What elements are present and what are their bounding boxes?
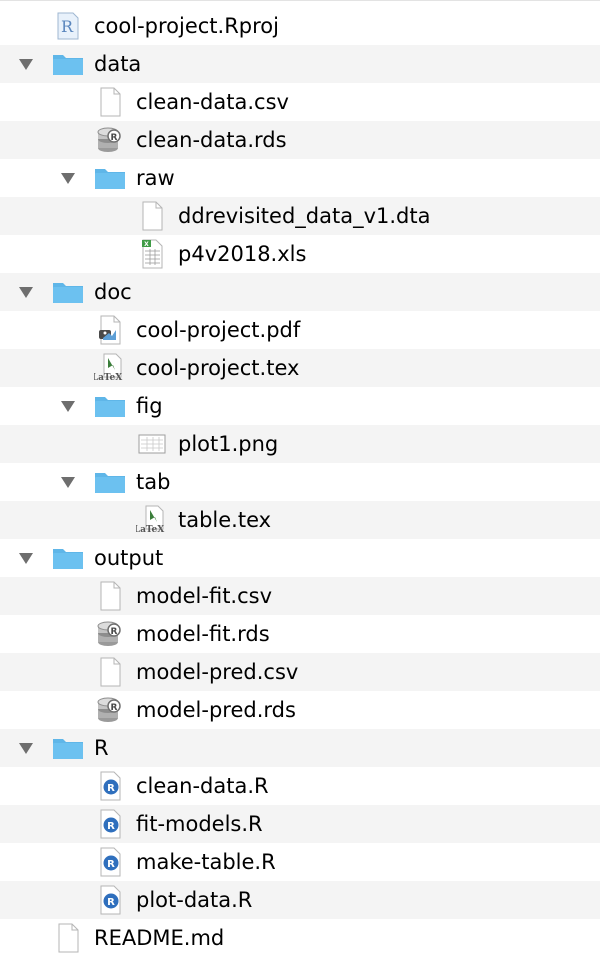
r-script-icon: R [94, 809, 126, 839]
svg-text:R: R [111, 703, 118, 713]
database-icon: R [94, 695, 126, 725]
tree-row-folder-r[interactable]: R [0, 729, 600, 767]
tree-row-file[interactable]: cool-project.pdf [0, 311, 600, 349]
tree-label: clean-data.rds [136, 128, 287, 152]
document-icon [94, 581, 126, 611]
tree-label: plot-data.R [136, 888, 253, 912]
r-script-icon: R [94, 885, 126, 915]
tree-label: clean-data.R [136, 774, 269, 798]
r-script-icon: R [94, 771, 126, 801]
folder-icon [94, 391, 126, 421]
tree-label: model-pred.rds [136, 698, 296, 722]
tree-row-file[interactable]: R plot-data.R [0, 881, 600, 919]
rproj-icon-letter: R [61, 17, 74, 36]
tree-label: R [94, 736, 109, 760]
tree-label: README.md [94, 926, 225, 950]
tree-label: tab [136, 470, 171, 494]
tree-label: table.tex [178, 508, 272, 532]
r-script-icon-letter: R [107, 783, 115, 794]
tree-row-file[interactable]: R model-pred.rds [0, 691, 600, 729]
latex-icon: LaTeX [136, 505, 168, 535]
pdf-icon [94, 315, 126, 345]
folder-icon [94, 163, 126, 193]
tree-row-file[interactable]: clean-data.csv [0, 83, 600, 121]
r-script-icon: R [94, 847, 126, 877]
tree-row-file[interactable]: R clean-data.rds [0, 121, 600, 159]
latex-icon-text: LaTeX [136, 525, 164, 535]
tree-row-file[interactable]: README.md [0, 919, 600, 957]
r-script-icon-letter: R [107, 897, 115, 908]
tree-label: ddrevisited_data_v1.dta [178, 204, 431, 228]
spreadsheet-icon: X [136, 239, 168, 269]
tree-label: clean-data.csv [136, 90, 289, 114]
file-tree: R cool-project.Rproj data clean-data.csv [0, 0, 600, 974]
tree-row-folder-tab[interactable]: tab [0, 463, 600, 501]
tree-row-file[interactable]: R model-fit.rds [0, 615, 600, 653]
tree-row-rproj[interactable]: R cool-project.Rproj [0, 7, 600, 45]
tree-row-file[interactable]: X p4v2018.xls [0, 235, 600, 273]
tree-row-file[interactable]: model-fit.csv [0, 577, 600, 615]
image-thumbnail-icon [136, 429, 168, 459]
tree-row-folder-raw[interactable]: raw [0, 159, 600, 197]
r-script-icon-letter: R [107, 859, 115, 870]
tree-row-file[interactable]: R fit-models.R [0, 805, 600, 843]
database-icon: R [94, 125, 126, 155]
document-icon [94, 657, 126, 687]
tree-label: output [94, 546, 164, 570]
tree-row-folder-output[interactable]: output [0, 539, 600, 577]
folder-icon [52, 49, 84, 79]
tree-label: model-pred.csv [136, 660, 299, 684]
xls-icon-letter: X [144, 241, 149, 248]
tree-label: make-table.R [136, 850, 276, 874]
tree-label: doc [94, 280, 132, 304]
tree-row-file[interactable]: ddrevisited_data_v1.dta [0, 197, 600, 235]
tree-label: cool-project.Rproj [94, 14, 279, 38]
disclosure-triangle-icon[interactable] [60, 399, 76, 413]
tree-label: raw [136, 166, 175, 190]
tree-label: cool-project.pdf [136, 318, 301, 342]
document-icon [94, 87, 126, 117]
svg-text:R: R [111, 133, 118, 143]
folder-icon [94, 467, 126, 497]
tree-row-folder-data[interactable]: data [0, 45, 600, 83]
rproj-icon: R [52, 11, 84, 41]
disclosure-triangle-icon[interactable] [18, 551, 34, 565]
tree-row-file[interactable]: R make-table.R [0, 843, 600, 881]
latex-icon: LaTeX [94, 353, 126, 383]
tree-row-folder-fig[interactable]: fig [0, 387, 600, 425]
disclosure-triangle-icon[interactable] [18, 285, 34, 299]
tree-row-folder-doc[interactable]: doc [0, 273, 600, 311]
tree-label: p4v2018.xls [178, 242, 307, 266]
database-icon: R [94, 619, 126, 649]
folder-icon [52, 543, 84, 573]
tree-label: cool-project.tex [136, 356, 300, 380]
tree-row-file[interactable]: model-pred.csv [0, 653, 600, 691]
tree-label: plot1.png [178, 432, 279, 456]
tree-label: model-fit.rds [136, 622, 270, 646]
tree-label: model-fit.csv [136, 584, 273, 608]
folder-icon [52, 277, 84, 307]
svg-text:R: R [111, 627, 118, 637]
document-icon [52, 923, 84, 953]
tree-row-file[interactable]: LaTeX table.tex [0, 501, 600, 539]
disclosure-triangle-icon[interactable] [18, 741, 34, 755]
tree-label: fit-models.R [136, 812, 263, 836]
tree-row-file[interactable]: R clean-data.R [0, 767, 600, 805]
disclosure-triangle-icon[interactable] [60, 475, 76, 489]
tree-row-file[interactable]: LaTeX cool-project.tex [0, 349, 600, 387]
latex-icon-text: LaTeX [94, 373, 122, 383]
r-script-icon-letter: R [107, 821, 115, 832]
disclosure-triangle-icon[interactable] [18, 57, 34, 71]
tree-row-file[interactable]: plot1.png [0, 425, 600, 463]
tree-label: data [94, 52, 142, 76]
disclosure-triangle-icon[interactable] [60, 171, 76, 185]
tree-label: fig [136, 394, 163, 418]
document-icon [136, 201, 168, 231]
folder-icon [52, 733, 84, 763]
